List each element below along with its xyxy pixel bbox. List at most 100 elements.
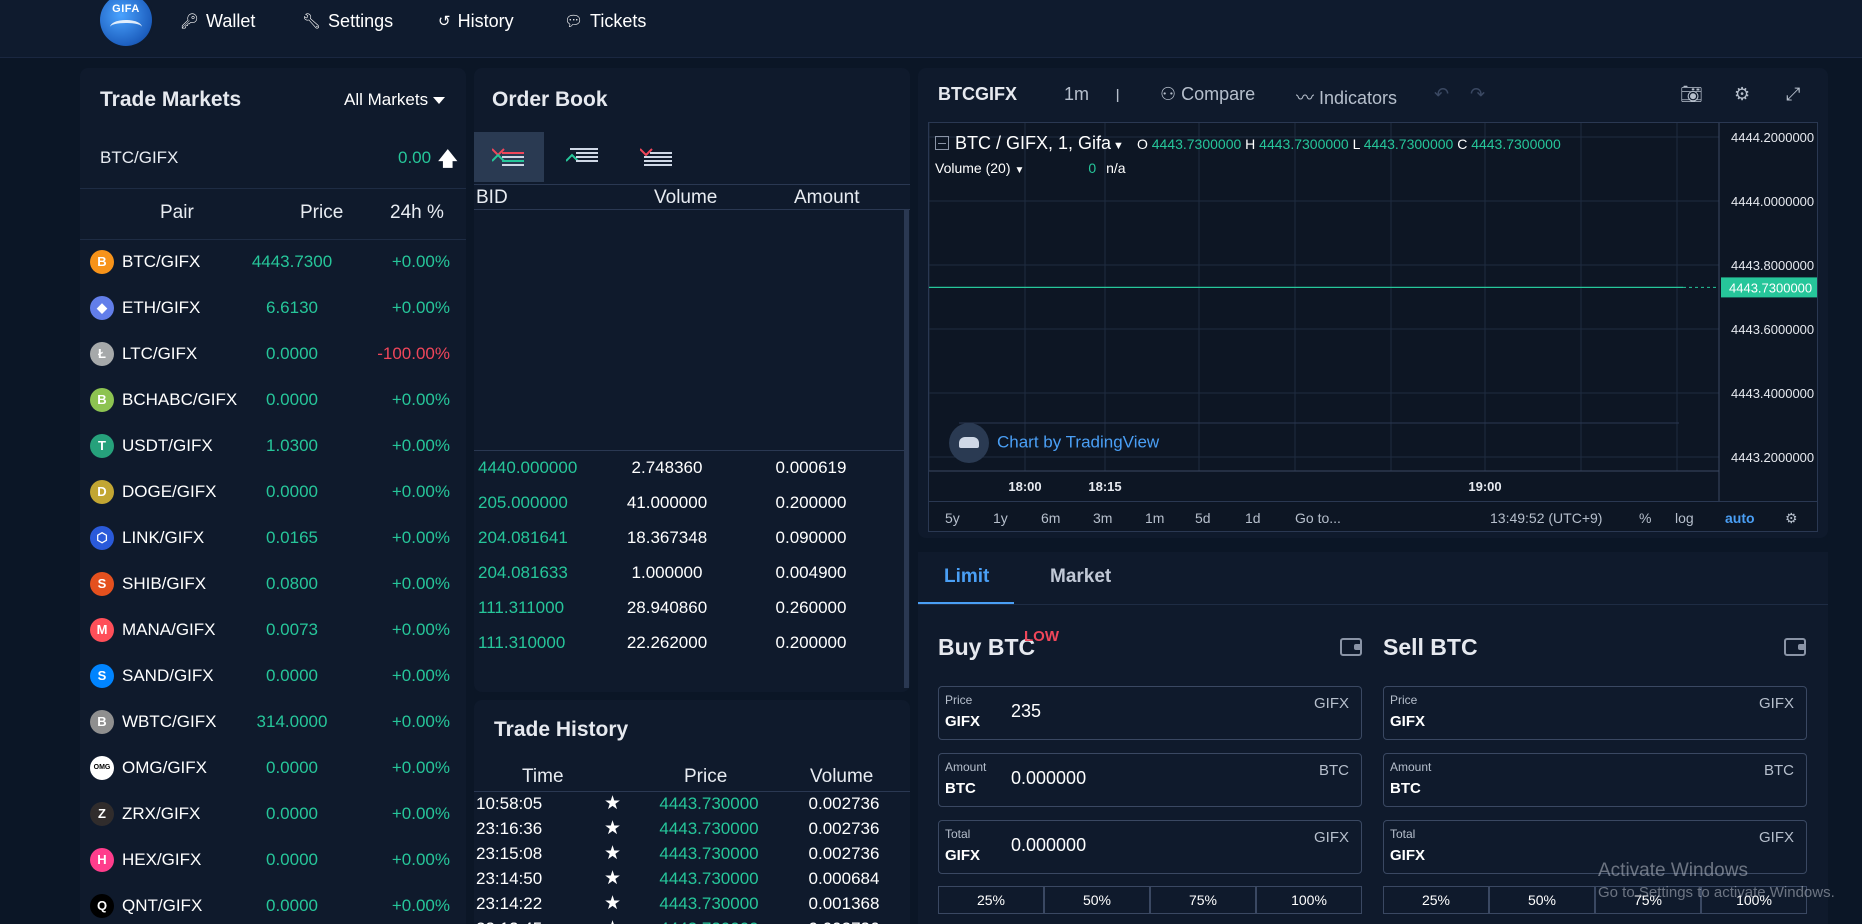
star-icon[interactable]: ★: [604, 867, 621, 890]
redo-icon[interactable]: ↷: [1470, 84, 1485, 105]
auto-toggle[interactable]: auto: [1725, 510, 1755, 526]
indicators-button[interactable]: 〰 Indicators: [1296, 84, 1397, 110]
percent-toggle[interactable]: %: [1639, 510, 1651, 526]
market-price: 1.0300: [266, 436, 318, 455]
range-5d[interactable]: 5d: [1195, 510, 1211, 526]
market-row[interactable]: OMG OMG/GIFX 0.0000 +0.00%: [80, 746, 466, 792]
range-1d[interactable]: 1d: [1245, 510, 1261, 526]
bid-price: 4440.000000: [478, 458, 578, 477]
header-pair[interactable]: Pair: [160, 202, 194, 224]
bid-row[interactable]: 204.081633 1.000000 0.004900: [474, 557, 904, 591]
tradingview-credit[interactable]: Chart by TradingView: [949, 423, 1159, 463]
fullscreen-icon[interactable]: ⤢: [1786, 84, 1800, 105]
camera-icon[interactable]: 📷︎: [1680, 84, 1703, 105]
bid-row[interactable]: 111.310000 22.262000 0.200000: [474, 627, 904, 661]
buy-pct-button[interactable]: 75%: [1150, 886, 1256, 914]
tab-both-sides[interactable]: [474, 132, 544, 182]
bid-row[interactable]: 4440.000000 2.748360 0.000619: [474, 452, 904, 486]
chart-area[interactable]: 4444.2000000 4444.0000000 4443.8000000 4443…: [928, 122, 1818, 532]
all-markets-dropdown[interactable]: All Markets: [344, 90, 446, 110]
tab-bids-only[interactable]: [548, 132, 618, 182]
tab-asks-only[interactable]: [622, 132, 692, 182]
order-book-scrollbar[interactable]: [904, 210, 909, 688]
nav-wallet[interactable]: 🔑︎ Wallet: [180, 10, 255, 32]
sell-amount-field[interactable]: Amount BTC BTC: [1383, 753, 1807, 807]
goto-button[interactable]: Go to...: [1295, 510, 1341, 526]
bid-row[interactable]: 205.000000 41.000000 0.200000: [474, 487, 904, 521]
market-row[interactable]: Q QNT/GIFX 0.0000 +0.00%: [80, 884, 466, 924]
interval-button[interactable]: 1m: [1064, 84, 1089, 105]
y-tick-label: 4443.8000000: [1731, 258, 1814, 273]
header-price[interactable]: Price: [300, 202, 343, 224]
field-value[interactable]: 0.000000: [1011, 835, 1086, 856]
buy-pct-button[interactable]: 50%: [1044, 886, 1150, 914]
market-row[interactable]: Z ZRX/GIFX 0.0000 +0.00%: [80, 792, 466, 838]
undo-icon[interactable]: ↶: [1434, 84, 1449, 105]
market-row[interactable]: M MANA/GIFX 0.0073 +0.00%: [80, 608, 466, 654]
market-price: 0.0000: [266, 850, 318, 869]
coin-icon: Z: [90, 802, 114, 826]
market-row[interactable]: D DOGE/GIFX 0.0000 +0.00%: [80, 470, 466, 516]
market-pair: QNT/GIFX: [122, 896, 203, 915]
market-row[interactable]: ◆ ETH/GIFX 6.6130 +0.00%: [80, 286, 466, 332]
volume-label[interactable]: Volume (20): [935, 160, 1010, 176]
tab-limit[interactable]: Limit: [944, 566, 989, 588]
nav-settings[interactable]: 🔧︎ Settings: [302, 10, 393, 32]
market-price: 6.6130: [266, 298, 318, 317]
volume-value: 0: [1088, 160, 1097, 176]
buy-amount-field[interactable]: Amount BTC 0.000000 BTC: [938, 753, 1362, 807]
range-1m[interactable]: 1m: [1145, 510, 1164, 526]
history-icon: ↺: [438, 13, 451, 30]
buy-pct-button[interactable]: 25%: [938, 886, 1044, 914]
collapse-icon[interactable]: [935, 136, 949, 150]
star-icon[interactable]: ★: [604, 892, 621, 915]
market-row[interactable]: ⬡ LINK/GIFX 0.0165 +0.00%: [80, 516, 466, 562]
range-6m[interactable]: 6m: [1041, 510, 1060, 526]
log-toggle[interactable]: log: [1675, 510, 1694, 526]
nav-tickets-label: Tickets: [590, 10, 647, 31]
star-icon[interactable]: ★: [604, 817, 621, 840]
market-pair: HEX/GIFX: [122, 850, 202, 869]
market-row[interactable]: T USDT/GIFX 1.0300 +0.00%: [80, 424, 466, 470]
range-3m[interactable]: 3m: [1093, 510, 1112, 526]
range-1y[interactable]: 1y: [993, 510, 1008, 526]
buy-pct-button[interactable]: 100%: [1256, 886, 1362, 914]
buy-total-field[interactable]: Total GIFX 0.000000 GIFX: [938, 820, 1362, 874]
chart-clock[interactable]: 13:49:52 (UTC+9): [1490, 510, 1602, 526]
header-change[interactable]: 24h %: [390, 202, 444, 224]
chart-symbol[interactable]: BTCGIFX: [938, 84, 1017, 105]
field-value[interactable]: 0.000000: [1011, 768, 1086, 789]
tab-market[interactable]: Market: [1050, 566, 1111, 588]
wallet-icon[interactable]: [1340, 638, 1362, 656]
chart-toolbar: BTCGIFX 1m 𝍩 ⚇ Compare 〰 Indicators ↶ ↷ …: [918, 68, 1828, 118]
star-icon[interactable]: ★: [604, 792, 621, 815]
star-icon[interactable]: ★: [604, 917, 621, 924]
gear-icon[interactable]: ⚙: [1734, 84, 1750, 105]
market-row[interactable]: Ł LTC/GIFX 0.0000 -100.00%: [80, 332, 466, 378]
compare-button[interactable]: ⚇ Compare: [1160, 84, 1255, 105]
star-icon[interactable]: ★: [604, 842, 621, 865]
range-5y[interactable]: 5y: [945, 510, 960, 526]
market-pair: DOGE/GIFX: [122, 482, 217, 501]
market-row[interactable]: B BTC/GIFX 4443.7300 +0.00%: [80, 240, 466, 286]
sell-pct-button[interactable]: 50%: [1489, 886, 1595, 914]
market-row[interactable]: H HEX/GIFX 0.0000 +0.00%: [80, 838, 466, 884]
market-row[interactable]: S SHIB/GIFX 0.0800 +0.00%: [80, 562, 466, 608]
field-value[interactable]: 235: [1011, 701, 1041, 722]
nav-history[interactable]: ↺ History: [438, 10, 514, 32]
sell-pct-button[interactable]: 25%: [1383, 886, 1489, 914]
wallet-icon[interactable]: [1784, 638, 1806, 656]
candles-icon[interactable]: 𝍩: [1116, 84, 1119, 114]
sell-price-field[interactable]: Price GIFX GIFX: [1383, 686, 1807, 740]
bid-row[interactable]: 204.081641 18.367348 0.090000: [474, 522, 904, 556]
market-row[interactable]: B WBTC/GIFX 314.0000 +0.00%: [80, 700, 466, 746]
buy-price-field[interactable]: Price GIFX 235 GIFX: [938, 686, 1362, 740]
market-row[interactable]: B BCHABC/GIFX 0.0000 +0.00%: [80, 378, 466, 424]
legend-title[interactable]: BTC / GIFX, 1, Gifa: [955, 133, 1111, 153]
compare-icon: ⚇: [1160, 84, 1182, 104]
gear-icon[interactable]: ⚙: [1785, 510, 1798, 527]
gifa-logo[interactable]: GIFA: [100, 0, 152, 46]
market-row[interactable]: S SAND/GIFX 0.0000 +0.00%: [80, 654, 466, 700]
nav-tickets[interactable]: 💬︎ Tickets: [564, 10, 646, 32]
bid-row[interactable]: 111.311000 28.940860 0.260000: [474, 592, 904, 626]
